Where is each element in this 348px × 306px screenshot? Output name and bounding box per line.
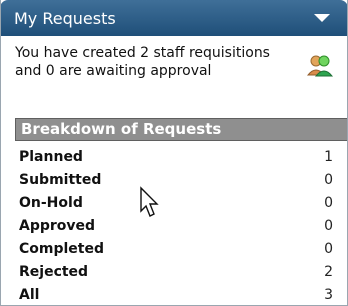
breakdown-row-planned[interactable]: Planned 1 [19,145,333,168]
row-count: 0 [324,194,333,211]
breakdown-header: Breakdown of Requests [15,118,347,141]
row-label: All [19,286,40,303]
row-count: 2 [324,263,333,280]
breakdown-row-submitted[interactable]: Submitted 0 [19,168,333,191]
row-label: Planned [19,148,83,165]
breakdown-list: Planned 1 Submitted 0 On-Hold 0 Approved… [19,145,333,305]
breakdown-row-all[interactable]: All 3 [19,283,333,305]
panel-header[interactable]: My Requests [1,0,347,36]
row-count: 0 [324,217,333,234]
row-count: 3 [324,286,333,303]
row-label: Rejected [19,263,89,280]
row-count: 0 [324,171,333,188]
row-label: Completed [19,240,105,257]
breakdown-row-on-hold[interactable]: On-Hold 0 [19,191,333,214]
breakdown-row-approved[interactable]: Approved 0 [19,214,333,237]
breakdown-row-rejected[interactable]: Rejected 2 [19,260,333,283]
staff-people-icon [306,55,334,77]
chevron-down-icon[interactable] [314,14,330,22]
requests-widget: My Requests You have created 2 staff req… [0,0,348,306]
row-label: On-Hold [19,194,83,211]
mouse-pointer-icon [140,186,159,217]
row-label: Approved [19,217,96,234]
row-count: 0 [324,240,333,257]
row-label: Submitted [19,171,102,188]
breakdown-row-completed[interactable]: Completed 0 [19,237,333,260]
my-requests-panel: My Requests You have created 2 staff req… [0,0,348,306]
requisitions-summary: You have created 2 staff requisitions an… [15,45,270,79]
panel-title: My Requests [14,8,116,28]
row-count: 1 [324,148,333,165]
